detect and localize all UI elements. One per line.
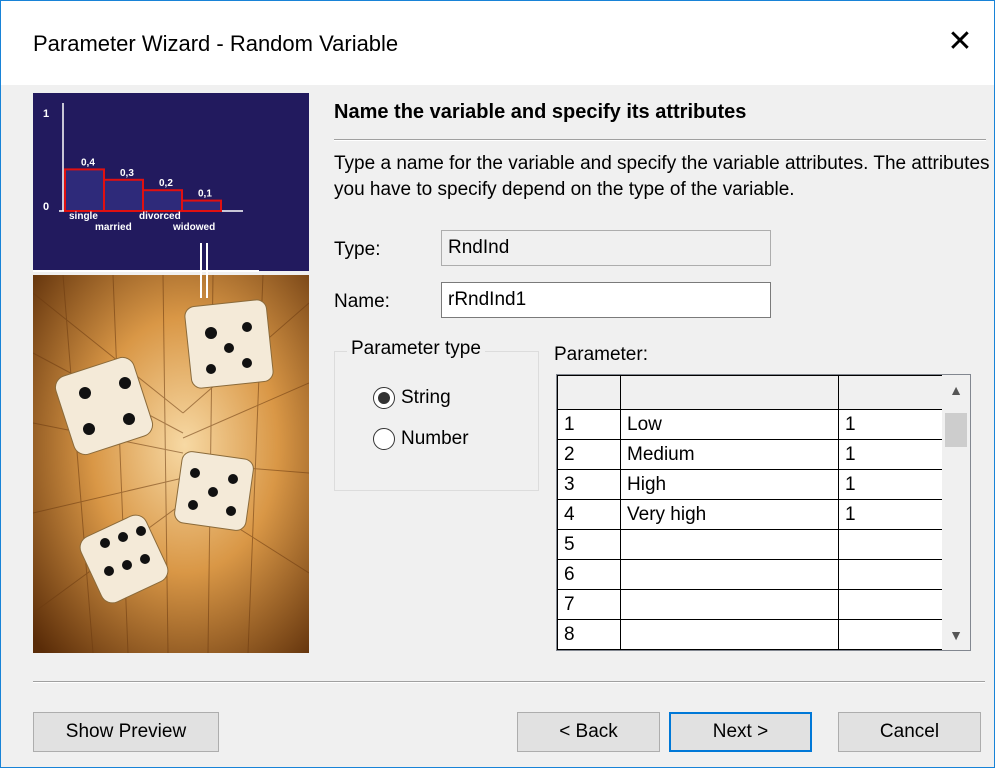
grid-cell[interactable]: 5 [557,529,621,560]
wizard-illustration: 1 0 0,4 0,3 0,2 0,1 single married divorced wid… [33,93,309,653]
grid-cell[interactable]: 4 [557,499,621,530]
bar-value-label: 0,4 [81,157,95,168]
grid-cell[interactable] [838,589,945,620]
grid-cell[interactable]: 1 [557,409,621,440]
table-row[interactable]: 4 Very high 1 [557,499,945,530]
grid-header-cell [557,375,621,410]
grid-cell[interactable]: High [620,469,839,500]
bar-single [64,168,105,212]
close-icon[interactable]: ✕ [934,15,986,67]
scroll-up-icon[interactable]: ▲ [942,375,970,405]
grid-cell[interactable]: 7 [557,589,621,620]
show-preview-button[interactable]: Show Preview [33,712,219,752]
table-row[interactable]: 6 [557,559,945,590]
radio-number-label: Number [401,428,469,449]
table-row[interactable]: 8 [557,619,945,650]
grid-cell[interactable]: Low [620,409,839,440]
bar-divorced [142,189,183,212]
grid-header-row [557,375,945,410]
name-label: Name: [334,291,390,312]
name-field[interactable] [441,282,771,318]
grid-cell[interactable]: Medium [620,439,839,470]
grid-cell[interactable]: 2 [557,439,621,470]
y-tick-0: 0 [43,201,49,213]
grid-cell[interactable] [620,619,839,650]
grid-cell[interactable]: 1 [838,499,945,530]
table-row[interactable]: 1 Low 1 [557,409,945,440]
grid-cell[interactable] [620,559,839,590]
type-field [441,230,771,266]
table-row[interactable]: 3 High 1 [557,469,945,500]
table-row[interactable]: 5 [557,529,945,560]
parameter-label: Parameter: [554,344,648,365]
scroll-down-icon[interactable]: ▼ [942,620,970,650]
scroll-thumb[interactable] [945,413,967,447]
grid-cell[interactable]: 1 [838,469,945,500]
table-row[interactable]: 7 [557,589,945,620]
grid-cell[interactable]: 1 [838,409,945,440]
footer-divider [33,681,985,683]
grid-cell[interactable]: 3 [557,469,621,500]
radio-number-indicator [373,428,395,450]
dice-3 [174,451,254,531]
grid-cell[interactable]: 1 [838,439,945,470]
category-label: married [95,222,132,233]
bar-married [103,178,144,213]
radio-string-indicator [373,387,395,409]
parameter-type-group: Parameter type String Number [334,338,539,491]
category-label: widowed [172,222,215,233]
y-tick-1: 1 [43,108,49,120]
table-row[interactable]: 2 Medium 1 [557,439,945,470]
illustration-graphic: 1 0 0,4 0,3 0,2 0,1 singlemarried divorcedwid… [33,93,309,653]
bar-value-label: 0,3 [120,168,134,179]
window-title: Parameter Wizard - Random Variable [33,31,399,56]
heading-divider [334,139,986,141]
next-button[interactable]: Next > [669,712,812,752]
grid-cell[interactable] [838,559,945,590]
radio-number[interactable]: Number [373,428,469,450]
wizard-window: Parameter Wizard - Random Variable ✕ 1 0… [0,0,995,768]
grid-header-cell [620,375,839,410]
grid-cell[interactable] [838,529,945,560]
radio-string-label: String [401,387,451,408]
grid-cell[interactable] [838,619,945,650]
grid-scrollbar[interactable]: ▲ ▼ [942,375,970,650]
grid-cell[interactable]: 6 [557,559,621,590]
dice-1 [184,299,274,389]
parameter-table: 1 Low 1 2 Medium 1 3 High 1 4 Very high 1 5 6 7 8 [557,375,945,650]
title-bar: Parameter Wizard - Random Variable ✕ [1,1,994,85]
category-label: divorced [139,211,181,222]
bar-widowed [181,199,222,212]
bar-value-label: 0,1 [198,189,212,200]
page-heading: Name the variable and specify its attrib… [334,101,747,123]
radio-string[interactable]: String [373,387,451,409]
grid-cell[interactable] [620,589,839,620]
category-label: single [69,211,98,222]
bar-value-label: 0,2 [159,178,173,189]
grid-header-cell [838,375,945,410]
grid-cell[interactable]: Very high [620,499,839,530]
back-button[interactable]: < Back [517,712,660,752]
type-label: Type: [334,239,381,260]
cancel-button[interactable]: Cancel [838,712,981,752]
parameter-grid[interactable]: 1 Low 1 2 Medium 1 3 High 1 4 Very high 1 5 6 7 8 ▲ ▼ [556,374,971,651]
parameter-type-legend: Parameter type [347,338,485,360]
grid-cell[interactable] [620,529,839,560]
page-description: Type a name for the variable and specify… [334,153,990,200]
grid-cell[interactable]: 8 [557,619,621,650]
